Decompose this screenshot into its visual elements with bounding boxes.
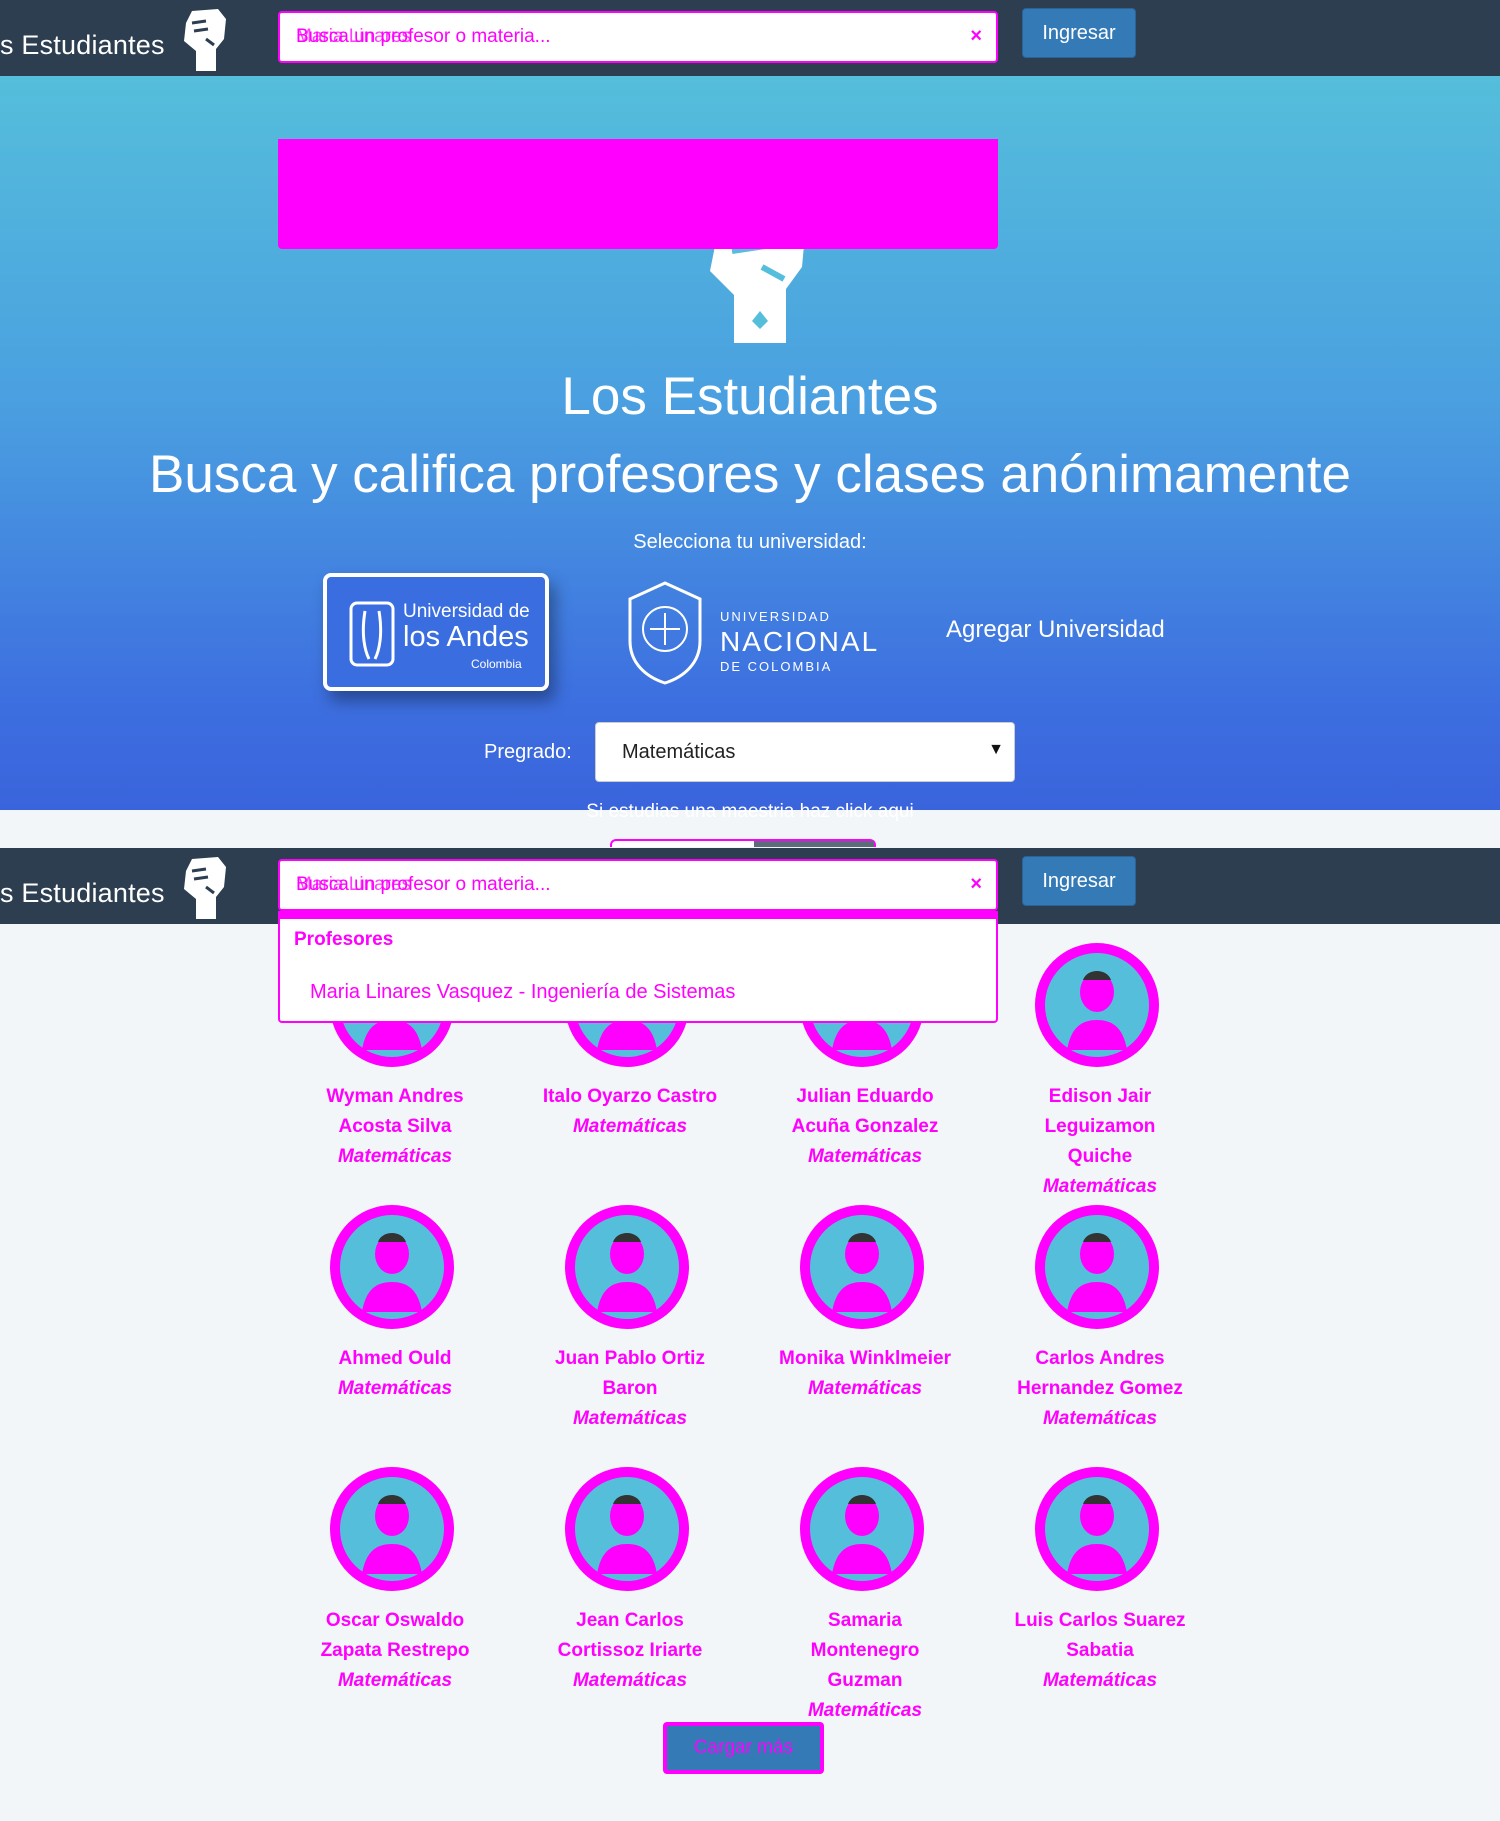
professor-name[interactable]: Jean Carlos Cortissoz Iriarte <box>558 1610 703 1661</box>
professor-subject: Matemáticas <box>337 1378 453 1399</box>
pregrado-label: Pregrado: <box>484 741 572 763</box>
view-toggle[interactable] <box>610 839 876 847</box>
hero-section: Los Estudiantes Busca y califica profeso… <box>0 76 1500 822</box>
avatar-icon <box>1035 1467 1159 1591</box>
professor-name[interactable]: Luis Carlos Suarez Sabatia <box>1014 1610 1185 1661</box>
professor-subject: Matemáticas <box>572 1670 688 1691</box>
professor-name[interactable]: Italo Oyarzo Castro <box>543 1086 717 1107</box>
view-toggle-active[interactable] <box>754 841 874 847</box>
professor-name[interactable]: Juan Pablo Ortiz Baron <box>555 1348 705 1399</box>
professor-name[interactable]: Edison Jair Leguizamon Quiche <box>1045 1086 1156 1167</box>
search-value: Maria Linares <box>296 874 412 895</box>
professor-name[interactable]: Wyman Andres Acosta Silva <box>326 1086 463 1137</box>
hero-title: Los Estudiantes <box>561 367 939 426</box>
login-button[interactable]: Ingresar <box>1022 8 1136 58</box>
professor-subject: Matemáticas <box>807 1378 923 1399</box>
results-header: Profesores <box>294 929 394 950</box>
university-prompt: Selecciona tu universidad: <box>633 531 867 553</box>
professor-name[interactable]: Oscar Oswaldo Zapata Restrepo <box>321 1610 470 1661</box>
brand-title[interactable]: s Estudiantes <box>0 30 165 61</box>
professor-name[interactable]: Ahmed Ould <box>339 1348 452 1369</box>
login-button[interactable]: Ingresar <box>1022 856 1136 906</box>
uni-nacional-button[interactable]: UNIVERSIDAD NACIONAL DE COLOMBIA <box>622 579 882 687</box>
pregrado-selected-value: Matemáticas <box>622 741 736 763</box>
pregrado-select[interactable]: Matemáticas ▼ <box>595 722 1015 782</box>
professor-name[interactable]: Samaria Montenegro Guzman <box>811 1610 920 1691</box>
professor-subject: Matemáticas <box>337 1670 453 1691</box>
avatar-icon <box>330 1467 454 1591</box>
nacional-line2: NACIONAL <box>720 626 880 657</box>
hero-subtitle: Busca y califica profesores y clases anó… <box>149 445 1351 504</box>
search-input[interactable]: Busca un profesor o materia... Maria Lin… <box>278 859 998 911</box>
load-more-button[interactable]: Cargar más <box>663 1722 824 1774</box>
professor-subject: Matemáticas <box>1042 1176 1158 1197</box>
professor-subject: Matemáticas <box>572 1408 688 1429</box>
professor-subject: Matemáticas <box>1042 1408 1158 1429</box>
maestria-link[interactable]: Si estudias una maestria haz click aqui <box>0 801 1500 823</box>
search-input[interactable]: Busca un profesor o materia... Maria Lin… <box>278 11 998 63</box>
fist-logo-icon[interactable] <box>176 5 230 73</box>
chevron-down-icon: ▼ <box>988 741 1004 758</box>
result-item[interactable]: Maria Linares Vasquez - Ingeniería de Si… <box>310 981 735 1004</box>
search-dropdown-overlay <box>278 139 998 249</box>
nacional-crest-icon <box>628 581 702 685</box>
professor-subject: Matemáticas <box>807 1700 923 1721</box>
clear-search-icon[interactable]: × <box>970 25 982 48</box>
avatar-icon <box>1035 943 1159 1067</box>
andes-line2: los Andes <box>403 621 529 653</box>
professor-subject: Matemáticas <box>337 1146 453 1167</box>
nacional-line1: UNIVERSIDAD <box>720 609 831 624</box>
andes-line3: Colombia <box>471 657 522 671</box>
uni-andes-button[interactable]: Universidad de los Andes Colombia <box>323 573 549 691</box>
avatar-icon <box>565 1205 689 1329</box>
avatar-icon <box>800 1205 924 1329</box>
avatar-icon <box>565 1467 689 1591</box>
clear-search-icon[interactable]: × <box>970 873 982 896</box>
search-results-dropdown: Profesores Maria Linares Vasquez - Ingen… <box>278 911 998 1023</box>
andes-line1: Universidad de <box>403 601 530 622</box>
professor-name[interactable]: Monika Winklmeier <box>779 1348 951 1369</box>
professor-subject: Matemáticas <box>807 1146 923 1167</box>
avatar-icon <box>1035 1205 1159 1329</box>
avatar-icon <box>330 1205 454 1329</box>
andes-logo-icon <box>349 601 395 667</box>
professor-name[interactable]: Carlos Andres Hernandez Gomez <box>1017 1348 1183 1399</box>
avatar-icon <box>800 1467 924 1591</box>
navbar: s Estudiantes Busca un profesor o materi… <box>0 0 1500 76</box>
professor-subject: Matemáticas <box>1042 1670 1158 1691</box>
brand-title[interactable]: s Estudiantes <box>0 878 165 909</box>
add-university-link[interactable]: Agregar Universidad <box>946 616 1165 644</box>
nacional-line3: DE COLOMBIA <box>720 659 833 674</box>
professor-name[interactable]: Julian Eduardo Acuña Gonzalez <box>792 1086 939 1137</box>
fist-logo-icon[interactable] <box>176 853 230 921</box>
professor-subject: Matemáticas <box>572 1116 688 1137</box>
search-value: Maria Linares <box>296 26 412 47</box>
